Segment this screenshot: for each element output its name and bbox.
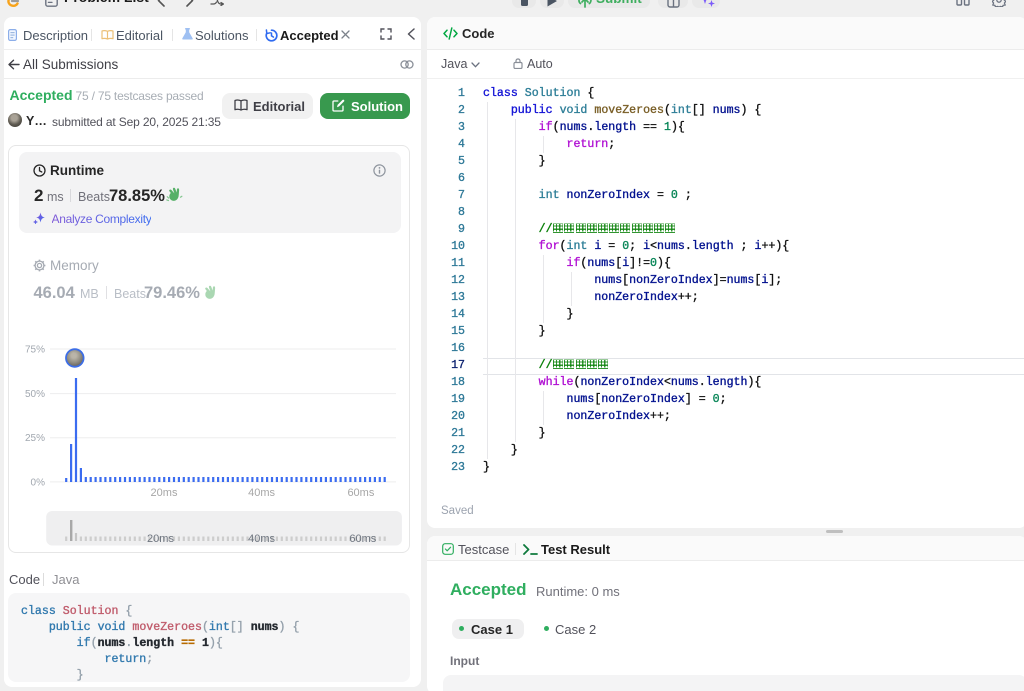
svg-text:50%: 50% xyxy=(25,389,45,400)
svg-text:40ms: 40ms xyxy=(248,533,275,545)
svg-text:25%: 25% xyxy=(25,433,45,444)
svg-text:20ms: 20ms xyxy=(151,487,178,499)
svg-text:75%: 75% xyxy=(25,345,45,356)
svg-text:60ms: 60ms xyxy=(349,533,376,545)
svg-text:60ms: 60ms xyxy=(347,487,374,499)
svg-text:40ms: 40ms xyxy=(248,487,275,499)
svg-text:0%: 0% xyxy=(31,477,46,488)
svg-text:20ms: 20ms xyxy=(147,533,174,545)
